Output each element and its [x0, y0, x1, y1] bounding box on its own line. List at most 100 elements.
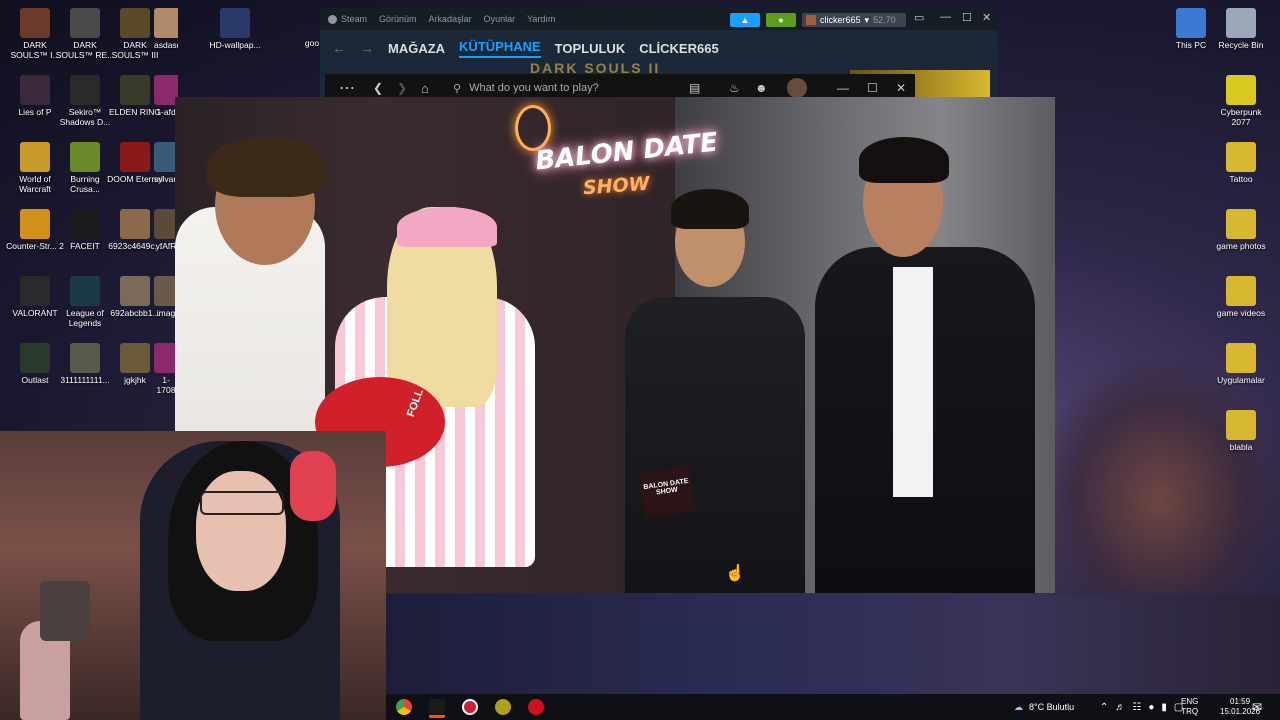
minimize-icon[interactable]: — [940, 11, 951, 23]
desktop-icon-label: Recycle Bin [1218, 40, 1264, 50]
clock-time: 01:59 [1230, 697, 1251, 706]
app-icon [20, 8, 50, 38]
desktop-icon-label: HD-wallpap... [209, 40, 261, 50]
desktop-icon-label: Cyberpunk 2077 [1220, 107, 1262, 127]
desktop-icon[interactable]: Recycle Bin [1211, 8, 1271, 50]
desktop-icon[interactable]: Uygulamalar [1211, 343, 1271, 385]
steam-logo-icon [328, 14, 337, 24]
opera-icon[interactable] [528, 699, 544, 715]
obs-icon[interactable] [462, 699, 478, 715]
avatar[interactable] [787, 78, 807, 98]
faceit-icon[interactable] [429, 699, 445, 718]
nav-library[interactable]: KÜTÜPHANE [459, 39, 541, 58]
app-icon [1226, 8, 1256, 38]
pink-cap [397, 207, 497, 247]
white-tshirt [893, 267, 933, 497]
desktop-icon[interactable]: Cyberpunk 2077 [1211, 75, 1271, 127]
more-menu-icon[interactable]: ⋯ [339, 78, 355, 98]
desktop-icon-label: asdasdasd... [154, 40, 178, 50]
steam-menu-steam[interactable]: Steam [341, 14, 367, 24]
username: clicker665 [820, 15, 861, 25]
system-tray: ⌃ ♬ ☷ ● ▮ ▢ [1100, 694, 1183, 720]
desktop-icon[interactable]: game photos [1211, 209, 1271, 251]
chevron-up-icon[interactable]: ⌃ [1100, 702, 1108, 713]
app-icon [1176, 8, 1206, 38]
desktop-icon[interactable]: Tattoo [1211, 142, 1271, 184]
network-icon[interactable]: ☷ [1132, 702, 1141, 713]
close-icon[interactable]: ✕ [982, 11, 991, 24]
big-picture-icon[interactable]: ▭ [914, 11, 924, 24]
nav-store[interactable]: MAĞAZA [388, 41, 445, 56]
maximize-icon[interactable]: ☐ [962, 11, 972, 24]
desktop-icon-label: Tattoo [1229, 174, 1253, 184]
steam-menu-view[interactable]: Görünüm [379, 14, 417, 24]
chevron-down-icon: ▾ [864, 14, 870, 25]
weather-widget[interactable]: ☁ 8°C Bulutlu [1014, 694, 1074, 720]
desktop-icon[interactable]: game videos [1211, 276, 1271, 318]
maximize-icon[interactable]: ☐ [867, 81, 878, 95]
minimize-icon[interactable]: — [837, 81, 849, 95]
headphones-icon [290, 451, 336, 521]
forward-arrow-icon[interactable]: → [360, 40, 374, 56]
app-icon [70, 75, 100, 105]
friends-icon[interactable]: ☻ [755, 81, 768, 95]
game-launcher-icon[interactable] [495, 699, 511, 715]
desktop-icon[interactable]: blabla [1211, 410, 1271, 452]
battery-icon[interactable]: ▮ [1161, 702, 1167, 713]
back-arrow-icon[interactable]: ← [332, 40, 346, 56]
mic-icon[interactable]: ● [1148, 702, 1154, 713]
app-icon [120, 209, 150, 239]
person-hair [207, 137, 327, 197]
app-icon [20, 276, 50, 306]
app-icon [1226, 209, 1256, 239]
show-sign: BALON DATE SHOW [638, 465, 696, 519]
notification-button[interactable]: ● [766, 13, 796, 27]
notification-icon[interactable]: ✉ [1252, 694, 1262, 720]
app-icon [70, 276, 100, 306]
app-icon [120, 8, 150, 38]
desktop-icon-label: game videos [1216, 308, 1266, 318]
close-icon[interactable]: ✕ [896, 81, 906, 95]
chrome-icon[interactable] [396, 699, 412, 715]
inbox-icon[interactable]: ▤ [689, 81, 700, 95]
cloud-icon: ☁ [1014, 701, 1023, 712]
search-bar[interactable]: ⚲ What do you want to play? [453, 78, 673, 98]
webcam-overlay [0, 431, 386, 720]
neon-balloon-icon [515, 105, 551, 151]
forward-icon[interactable]: ❯ [397, 81, 407, 95]
app-icon [120, 75, 150, 105]
weather-text: 8°C Bulutlu [1029, 702, 1075, 712]
wallpaper-strip [386, 594, 1280, 694]
app-icon [20, 209, 50, 239]
steam-menu-help[interactable]: Yardım [527, 14, 555, 24]
lang-top: ENG [1181, 697, 1199, 706]
app-icon [154, 8, 178, 38]
speaker-icon[interactable]: ♬ [1115, 702, 1125, 713]
glasses-icon [200, 491, 284, 515]
desktop-icon[interactable]: HD-wallpap... [205, 8, 265, 50]
back-icon[interactable]: ❮ [373, 81, 383, 95]
desktop-icon-label: blabla [1229, 442, 1253, 452]
app-icon [1226, 142, 1256, 172]
announcement-button[interactable]: ▲ [730, 13, 760, 27]
user-menu-button[interactable]: clicker665 ▾ 52,70 [802, 13, 906, 27]
avatar [806, 15, 816, 25]
home-icon[interactable]: ⌂ [421, 81, 429, 96]
app-icon [20, 343, 50, 373]
nav-community[interactable]: TOPLULUK [555, 41, 626, 56]
app-icon [120, 142, 150, 172]
steam-menu-games[interactable]: Oyunlar [484, 14, 516, 24]
person-black-suit [625, 297, 805, 593]
app-icon [20, 75, 50, 105]
bell-icon: ● [778, 15, 784, 25]
app-icon [70, 209, 100, 239]
desktop-icon[interactable]: asdasdasd... [154, 8, 178, 50]
bell-icon[interactable]: ♨ [729, 81, 740, 95]
search-input[interactable]: What do you want to play? [469, 82, 599, 94]
app-icon [1226, 276, 1256, 306]
steam-menu-friends[interactable]: Arkadaşlar [429, 14, 472, 24]
app-icon [120, 276, 150, 306]
taskbar: ☁ 8°C Bulutlu ⌃ ♬ ☷ ● ▮ ▢ ENG TRQ 01:59 … [386, 694, 1280, 720]
language-indicator[interactable]: ENG TRQ [1181, 694, 1198, 720]
nav-profile[interactable]: CLİCKER665 [639, 41, 718, 56]
